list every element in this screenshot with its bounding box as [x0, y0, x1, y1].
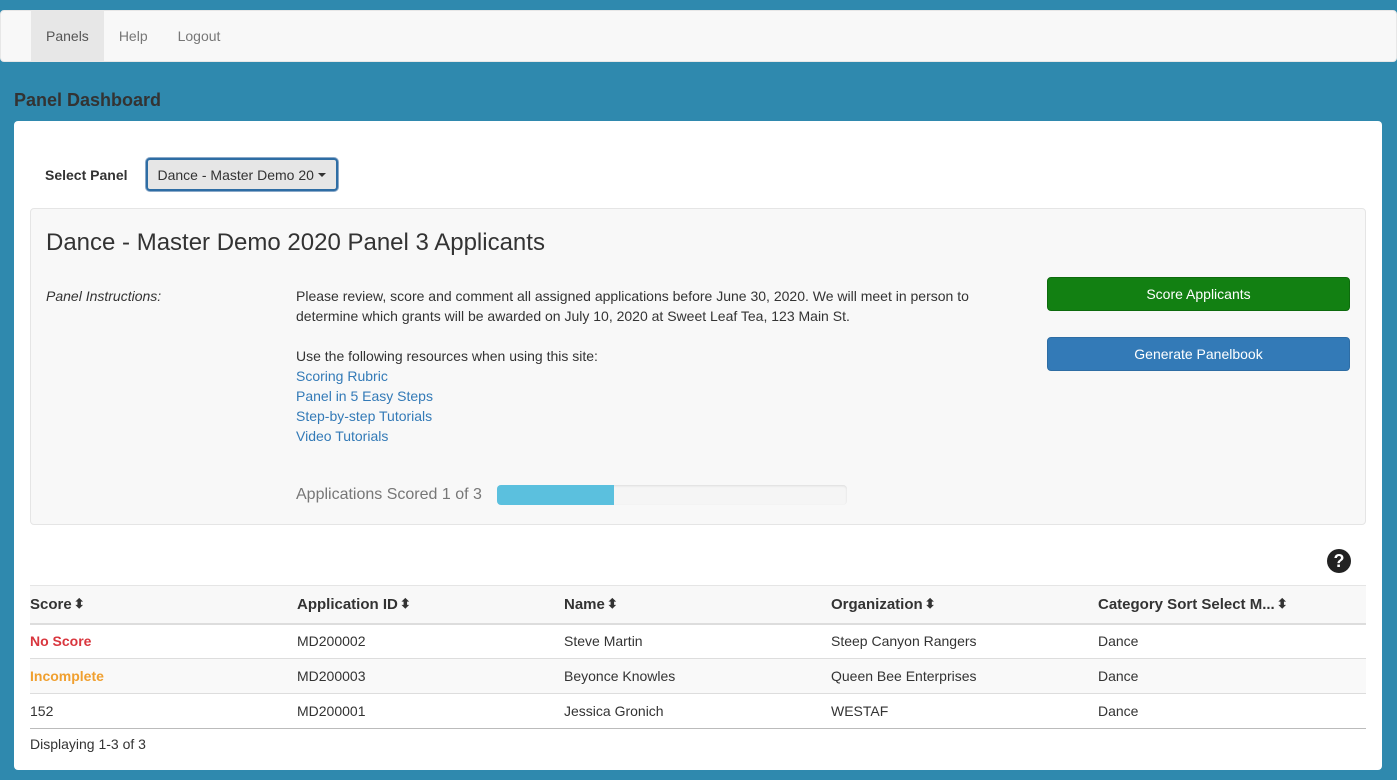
sort-icon: ⬍: [924, 595, 936, 611]
score-cell: 152: [30, 693, 297, 729]
category-cell: Dance: [1098, 693, 1366, 729]
instructions-body: Please review, score and comment all ass…: [296, 286, 1016, 446]
progress-label: Applications Scored 1 of 3: [296, 486, 482, 503]
organization-cell: WESTAF: [831, 693, 1098, 729]
sort-icon: ⬍: [606, 595, 618, 611]
column-header-organization[interactable]: Organization ⬍: [831, 585, 1098, 625]
panel-select-dropdown[interactable]: Dance - Master Demo 2020 Panel 3: [145, 158, 338, 191]
sort-icon: ⬍: [73, 595, 85, 611]
score-cell: Incomplete: [30, 658, 297, 694]
select-panel-label: Select Panel: [45, 166, 128, 183]
panel-title: Dance - Master Demo 2020 Panel 3 Applica…: [46, 229, 545, 256]
panel-info-well: Dance - Master Demo 2020 Panel 3 Applica…: [30, 208, 1366, 525]
dashboard-card: Select Panel Dance - Master Demo 2020 Pa…: [14, 121, 1382, 770]
application-id-cell: MD200003: [297, 658, 564, 694]
generate-panelbook-button[interactable]: Generate Panelbook: [1047, 337, 1350, 371]
category-cell: Dance: [1098, 623, 1366, 659]
score-cell: No Score: [30, 623, 297, 659]
nav-panels[interactable]: Panels: [31, 11, 104, 61]
link-video-tutorials[interactable]: Video Tutorials: [296, 426, 1016, 446]
name-cell: Beyonce Knowles: [564, 658, 831, 694]
progress-bar: [496, 485, 847, 505]
page-title: Panel Dashboard: [14, 90, 162, 110]
column-header-category[interactable]: Category Sort Select M... ⬍: [1098, 585, 1366, 625]
resources-intro: Use the following resources when using t…: [296, 348, 598, 364]
nav-logout[interactable]: Logout: [163, 11, 236, 61]
caret-down-icon: [317, 172, 326, 177]
instructions-label: Panel Instructions:: [46, 288, 162, 304]
nav-help[interactable]: Help: [104, 11, 163, 61]
question-circle-icon[interactable]: ?: [1327, 549, 1351, 573]
table-row[interactable]: 152 MD200001 Jessica Gronich WESTAF Danc…: [30, 693, 1366, 729]
table-row[interactable]: Incomplete MD200003 Beyonce Knowles Quee…: [30, 658, 1366, 694]
organization-cell: Queen Bee Enterprises: [831, 658, 1098, 694]
link-panel-5-easy-steps[interactable]: Panel in 5 Easy Steps: [296, 386, 1016, 406]
score-applicants-button[interactable]: Score Applicants: [1047, 277, 1350, 311]
progress-bar-fill: [496, 485, 614, 505]
name-cell: Jessica Gronich: [564, 693, 831, 729]
column-header-application-id[interactable]: Application ID ⬍: [297, 585, 564, 625]
column-header-name[interactable]: Name ⬍: [564, 585, 831, 625]
category-cell: Dance: [1098, 658, 1366, 694]
name-cell: Steve Martin: [564, 623, 831, 659]
panel-select-value: Dance - Master Demo 2020 Panel 3: [157, 166, 314, 183]
table-pagination-summary: Displaying 1-3 of 3: [30, 736, 146, 752]
link-scoring-rubric[interactable]: Scoring Rubric: [296, 366, 1016, 386]
application-id-cell: MD200001: [297, 693, 564, 729]
link-step-by-step-tutorials[interactable]: Step-by-step Tutorials: [296, 406, 1016, 426]
top-navbar: Panels Help Logout: [0, 10, 1397, 62]
sort-icon: ⬍: [1276, 595, 1288, 611]
table-row[interactable]: No Score MD200002 Steve Martin Steep Can…: [30, 623, 1366, 659]
table-header-row: Score ⬍ Application ID ⬍ Name ⬍ Organizatio…: [30, 585, 1366, 625]
progress-row: Applications Scored 1 of 3: [296, 485, 847, 505]
sort-icon: ⬍: [399, 595, 411, 611]
instructions-text: Please review, score and comment all ass…: [296, 288, 969, 324]
panel-select-row: Select Panel Dance - Master Demo 2020 Pa…: [45, 158, 338, 191]
application-id-cell: MD200002: [297, 623, 564, 659]
organization-cell: Steep Canyon Rangers: [831, 623, 1098, 659]
column-header-score[interactable]: Score ⬍: [30, 585, 297, 625]
applicants-table: Score ⬍ Application ID ⬍ Name ⬍ Organizatio…: [30, 585, 1366, 729]
